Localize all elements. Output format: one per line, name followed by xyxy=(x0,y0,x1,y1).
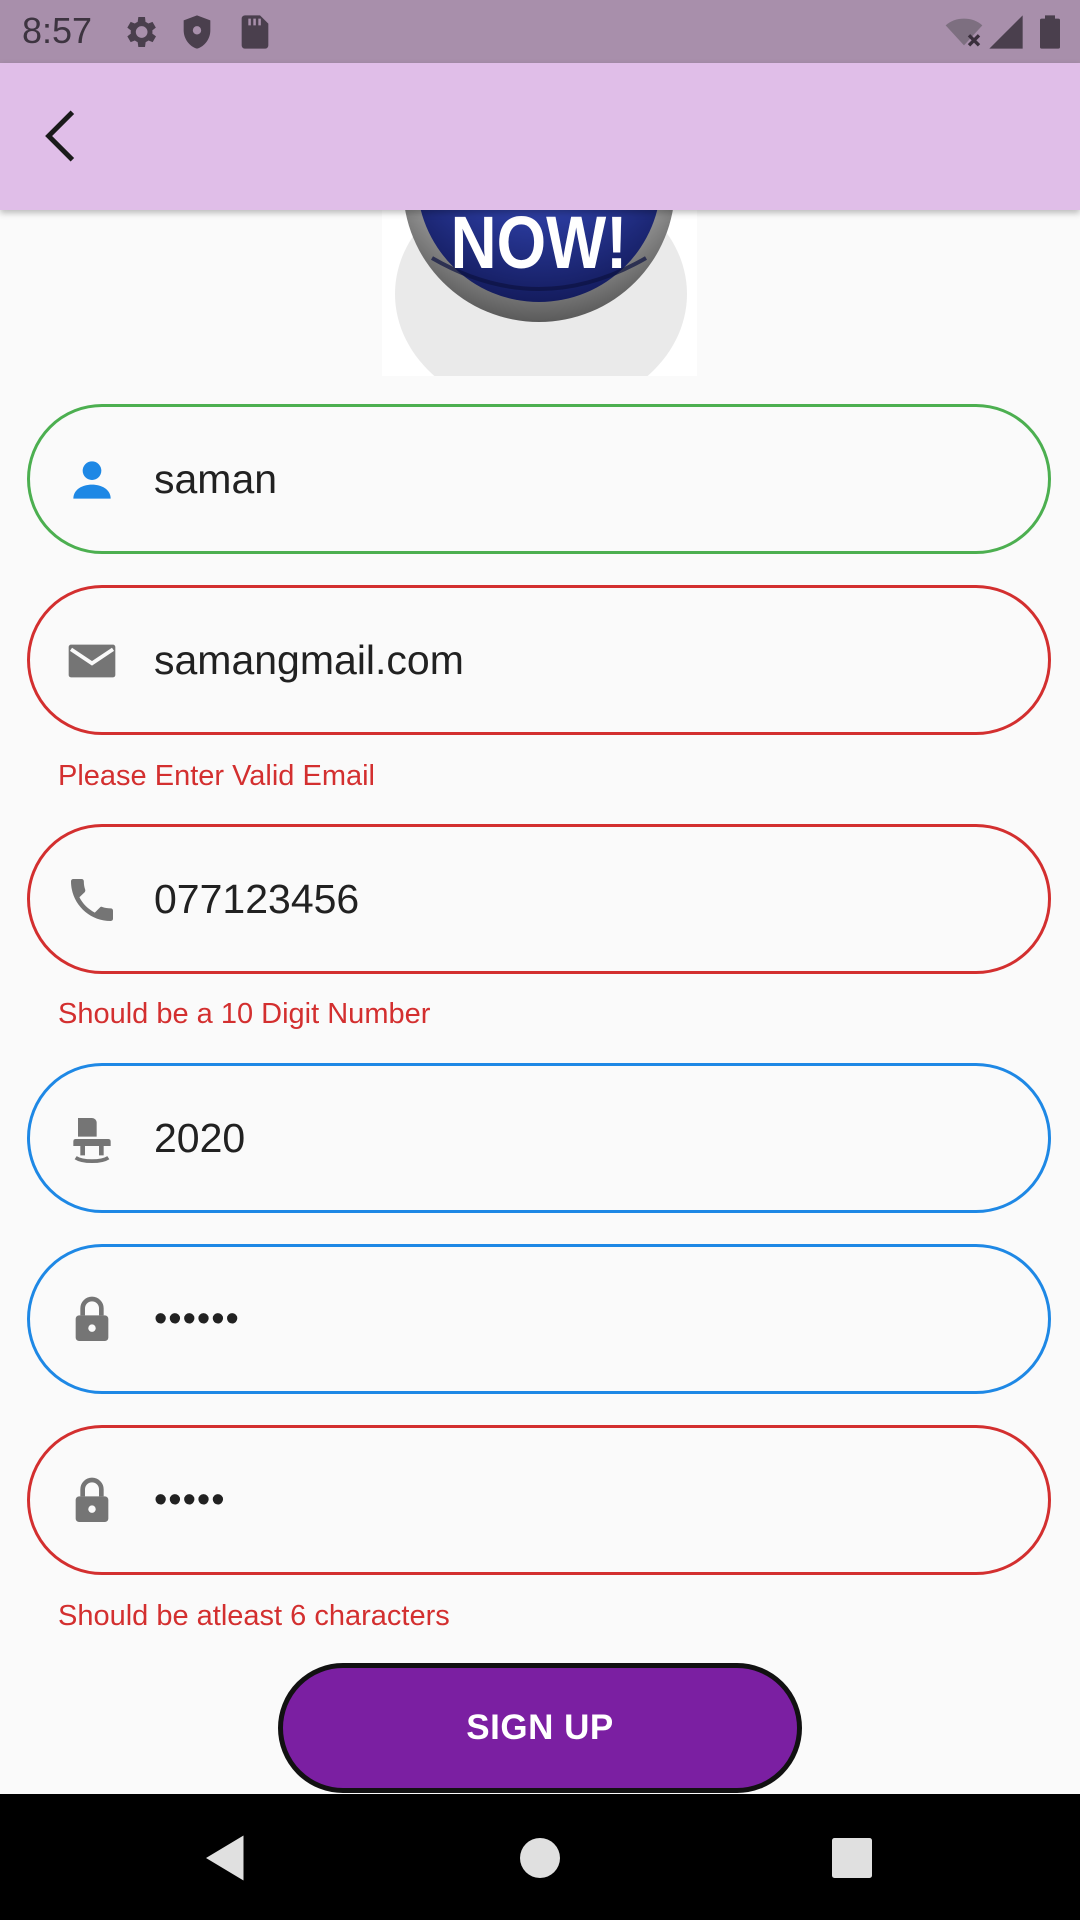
home-circle-icon[interactable] xyxy=(510,1828,570,1888)
recents-square-icon[interactable] xyxy=(822,1828,882,1888)
sd-card-icon xyxy=(241,15,269,49)
phone-value: 077123456 xyxy=(154,876,360,922)
person-icon xyxy=(73,461,111,499)
lock-icon xyxy=(75,1296,109,1341)
name-value: saman xyxy=(154,456,278,502)
phone-error: Should be a 10 Digit Number xyxy=(58,998,431,1030)
wifi-off-icon xyxy=(945,18,983,47)
lock-icon xyxy=(75,1477,109,1522)
battery-icon xyxy=(1040,15,1060,49)
mail-icon xyxy=(68,644,116,678)
back-triangle-icon[interactable] xyxy=(196,1828,256,1888)
email-field[interactable]: samangmail.com xyxy=(27,585,1051,735)
status-time: 8:57 xyxy=(22,10,93,51)
year-field[interactable]: 2020 xyxy=(27,1063,1051,1213)
year-value: 2020 xyxy=(154,1115,246,1161)
logo-text: NOW! xyxy=(451,202,628,285)
password-field[interactable]: •••••• xyxy=(27,1244,1051,1394)
email-error: Please Enter Valid Email xyxy=(58,760,376,792)
back-button[interactable] xyxy=(28,103,94,169)
phone-field[interactable]: 077123456 xyxy=(27,824,1051,974)
navigation-bar xyxy=(0,1794,1080,1920)
chair-icon xyxy=(73,1118,111,1164)
screen: 8:57 NOW! saman samangmail.com Please En… xyxy=(0,0,1080,1920)
email-value: samangmail.com xyxy=(154,637,464,683)
password-value: •••••• xyxy=(154,1298,240,1340)
shield-icon xyxy=(183,15,211,49)
phone-icon xyxy=(71,879,113,921)
signal-icon xyxy=(989,15,1023,49)
confirm-password-value: ••••• xyxy=(154,1479,226,1521)
sign-up-button[interactable]: SIGN UP xyxy=(278,1663,802,1793)
app-bar xyxy=(0,63,1080,210)
name-field[interactable]: saman xyxy=(27,404,1051,554)
confirm-password-field[interactable]: ••••• xyxy=(27,1425,1051,1575)
status-bar: 8:57 xyxy=(0,0,1080,63)
gear-icon xyxy=(127,17,156,47)
confirm-password-error: Should be atleast 6 characters xyxy=(58,1600,450,1632)
